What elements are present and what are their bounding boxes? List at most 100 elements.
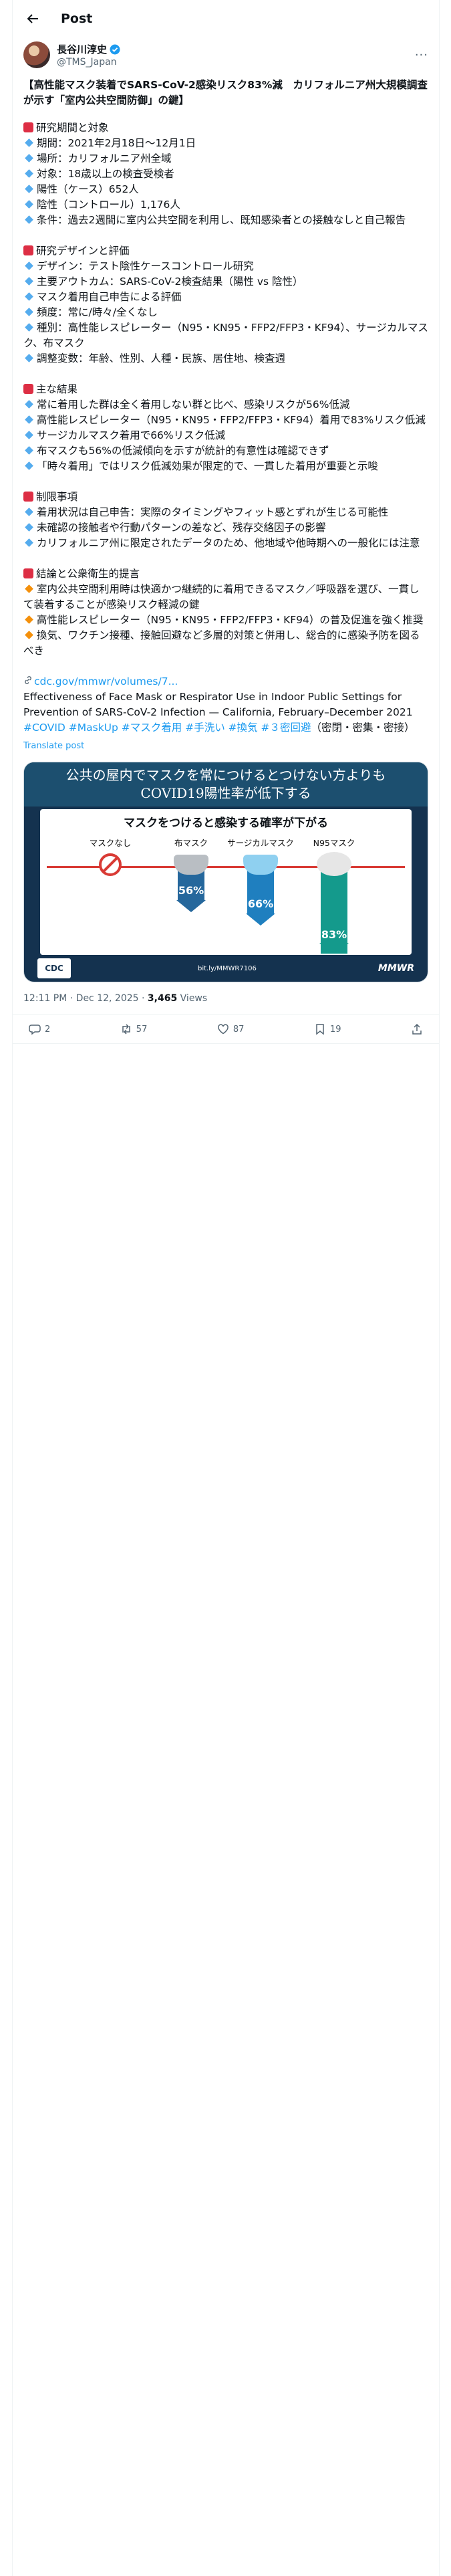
blue-diamond-icon bbox=[25, 523, 33, 532]
section-item-text: サージカルマスク着用で66%リスク低減 bbox=[37, 429, 226, 441]
tweet-section: 研究期間と対象 期間：2021年2月18日〜12月1日 場所：カリフォルニア州全域対… bbox=[23, 120, 428, 228]
repost-button[interactable]: 57 bbox=[120, 1023, 148, 1035]
section-title: 主な結果 bbox=[36, 383, 78, 395]
section-item: 「時々着用」ではリスク低減効果が限定的で、一貫した着用が重要と示唆 bbox=[23, 459, 428, 474]
avatar[interactable] bbox=[23, 41, 50, 68]
section-item-text: 種別：高性能レスピレーター（N95・KN95・FFP2/FFP3・KF94）、サ… bbox=[23, 322, 428, 349]
infographic-panel: マスクをつけると感染する確率が下がる マスクなし 布マスク サージカルマスク N… bbox=[40, 809, 412, 955]
tweet-section: 制限事項着用状況は自己申告：実際のタイミングやフィット感とずれが生じる可能性未確… bbox=[23, 490, 428, 551]
tweet-text: 【高性能マスク装着でSARS-CoV-2感染リスク83%減 カリフォルニア州大規… bbox=[13, 68, 439, 754]
heart-icon bbox=[218, 1024, 229, 1035]
views-count: 3,465 bbox=[147, 993, 178, 1004]
blue-diamond-icon bbox=[25, 446, 33, 455]
red-square-icon bbox=[23, 245, 33, 255]
section-item: 陽性（ケース）652人 bbox=[23, 182, 428, 197]
hashtags[interactable]: #COVID #MaskUp #マスク着用 #手洗い #換気 #３密回避 bbox=[23, 722, 311, 734]
section-item: 着用状況は自己申告：実際のタイミングやフィット感とずれが生じる可能性 bbox=[23, 505, 428, 520]
section-item-text: デザイン：テスト陰性ケースコントロール研究 bbox=[37, 260, 254, 272]
section-item-text: マスク着用自己申告による評価 bbox=[37, 291, 182, 303]
cloth-mask-arrow-tip bbox=[176, 900, 206, 912]
section-item: 頻度：常に/時々/全くなし bbox=[23, 305, 428, 320]
section-title: 制限事項 bbox=[36, 491, 78, 503]
infographic-link: bit.ly/MMWR7106 bbox=[198, 964, 257, 972]
section-item: 種別：高性能レスピレーター（N95・KN95・FFP2/FFP3・KF94）、サ… bbox=[23, 320, 428, 351]
author-name[interactable]: 長谷川淳史 bbox=[57, 42, 107, 56]
tweet-section: 研究デザインと評価 デザイン：テスト陰性ケースコントロール研究 主要アウトカム：SA… bbox=[23, 243, 428, 366]
section-item: 期間：2021年2月18日〜12月1日 bbox=[23, 136, 428, 151]
share-icon bbox=[412, 1023, 422, 1035]
section-item-text: 常に着用した群は全く着用しない群と比べ、感染リスクが56%低減 bbox=[37, 399, 350, 411]
surgical-mask-arrow-tip bbox=[246, 914, 275, 926]
mmwr-logo: MMWR bbox=[378, 963, 414, 974]
section-item-text: 換気、ワクチン接種、接触回避など多層的対策と併用し、総合的に感染予防を図るべき bbox=[23, 629, 420, 657]
article-link-text[interactable]: cdc.gov/mmwr/volumes/7... bbox=[34, 675, 178, 687]
section-item-text: 陽性（ケース）652人 bbox=[37, 183, 139, 195]
no-mask-icon bbox=[99, 853, 122, 876]
section-item-text: 期間：2021年2月18日〜12月1日 bbox=[37, 137, 196, 149]
category-n95-mask: N95マスク bbox=[313, 838, 355, 848]
like-count: 87 bbox=[233, 1024, 245, 1035]
section-item-text: 頻度：常に/時々/全くなし bbox=[37, 306, 158, 318]
blue-diamond-icon bbox=[25, 292, 33, 301]
tweet-section: 結論と公衆衛生的提言室内公共空間利用時は快適かつ継続的に着用できるマスク／呼吸器… bbox=[23, 566, 428, 659]
reply-button[interactable]: 2 bbox=[29, 1023, 50, 1035]
blue-diamond-icon bbox=[25, 277, 33, 286]
repost-icon bbox=[122, 1024, 130, 1035]
blue-diamond-icon bbox=[25, 461, 33, 470]
reply-icon bbox=[29, 1025, 41, 1035]
section-title: 研究期間と対象 bbox=[36, 122, 109, 134]
link-icon bbox=[23, 674, 33, 689]
share-button[interactable] bbox=[411, 1023, 423, 1035]
red-square-icon bbox=[23, 492, 33, 502]
section-item-text: 室内公共空間利用時は快適かつ継続的に着用できるマスク／呼吸器を選び、一貫して装着… bbox=[23, 583, 420, 611]
infographic-headline-2: COVID19陽性率が低下する bbox=[140, 785, 311, 801]
infographic-headline-1: 公共の屋内でマスクを常につけるとつけない方よりも bbox=[65, 767, 386, 783]
blue-diamond-icon bbox=[25, 431, 33, 439]
back-arrow-icon[interactable] bbox=[26, 12, 39, 25]
section-item-text: 高性能レスピレーター（N95・KN95・FFP2/FFP3・KF94）着用で83… bbox=[37, 414, 426, 426]
section-item: カリフォルニア州に限定されたデータのため、他地域や他時期への一般化には注意 bbox=[23, 536, 428, 551]
bookmark-button[interactable]: 19 bbox=[314, 1023, 341, 1035]
translate-post-link[interactable]: Translate post bbox=[23, 738, 428, 754]
blue-diamond-icon bbox=[25, 169, 33, 178]
section-item: 布マスクも56%の低減傾向を示すが統計的有意性は確認できず bbox=[23, 443, 428, 459]
section-heading: 主な結果 bbox=[23, 382, 428, 397]
blue-diamond-icon bbox=[25, 400, 33, 409]
n95-mask-arrow-tip bbox=[319, 943, 349, 954]
cloth-mask-icon bbox=[174, 855, 208, 875]
section-item: 未確認の接触者や行動パターンの差など、残存交絡因子の影響 bbox=[23, 520, 428, 536]
section-item-text: 場所：カリフォルニア州全域 bbox=[37, 152, 172, 165]
infographic-panel-title: マスクをつけると感染する確率が下がる bbox=[124, 817, 328, 830]
section-heading: 研究期間と対象 bbox=[23, 120, 428, 136]
section-heading: 制限事項 bbox=[23, 490, 428, 505]
blue-diamond-icon bbox=[25, 354, 33, 362]
blue-diamond-icon bbox=[25, 538, 33, 547]
infographic-header: 公共の屋内でマスクを常につけるとつけない方よりも COVID19陽性率が低下する bbox=[24, 762, 428, 807]
infographic-image[interactable]: 公共の屋内でマスクを常につけるとつけない方よりも COVID19陽性率が低下する… bbox=[23, 762, 428, 982]
repost-count: 57 bbox=[136, 1024, 148, 1035]
tweet-section: 主な結果常に着用した群は全く着用しない群と比べ、感染リスクが56%低減高性能レス… bbox=[23, 382, 428, 474]
section-item: 常に着用した群は全く着用しない群と比べ、感染リスクが56%低減 bbox=[23, 397, 428, 413]
post-page: Post 長谷川淳史 @TMS_Japan ··· 【高性能マスク装着でSARS… bbox=[12, 0, 440, 2576]
post-timestamp[interactable]: 12:11 PM · Dec 12, 2025 · bbox=[23, 993, 148, 1004]
blue-diamond-icon bbox=[25, 185, 33, 193]
verified-badge-icon bbox=[110, 44, 120, 55]
surgical-mask-icon bbox=[243, 855, 278, 875]
section-item: 高性能レスピレーター（N95・KN95・FFP2/FFP3・KF94）着用で83… bbox=[23, 413, 428, 428]
more-options-icon[interactable]: ··· bbox=[415, 48, 428, 62]
page-title: Post bbox=[61, 11, 93, 26]
action-bar: 2 57 87 19 bbox=[13, 1015, 439, 1044]
section-item: 室内公共空間利用時は快適かつ継続的に着用できるマスク／呼吸器を選び、一貫して装着… bbox=[23, 582, 428, 613]
article-link[interactable]: cdc.gov/mmwr/volumes/7... bbox=[23, 674, 428, 689]
reference-title: Effectiveness of Face Mask or Respirator… bbox=[23, 691, 413, 718]
like-button[interactable]: 87 bbox=[217, 1023, 245, 1035]
category-surgical-mask: サージカルマスク bbox=[227, 838, 294, 848]
section-item-text: 着用状況は自己申告：実際のタイミングやフィット感とずれが生じる可能性 bbox=[37, 506, 389, 518]
bookmark-icon bbox=[316, 1024, 324, 1035]
section-title: 結論と公衆衛生的提言 bbox=[36, 568, 140, 580]
blue-diamond-icon bbox=[25, 308, 33, 316]
hashtag-tail: （密閉・密集・密接） bbox=[311, 722, 415, 734]
section-heading: 結論と公衆衛生的提言 bbox=[23, 566, 428, 582]
author-handle[interactable]: @TMS_Japan bbox=[57, 57, 415, 68]
bookmark-count: 19 bbox=[329, 1024, 341, 1035]
